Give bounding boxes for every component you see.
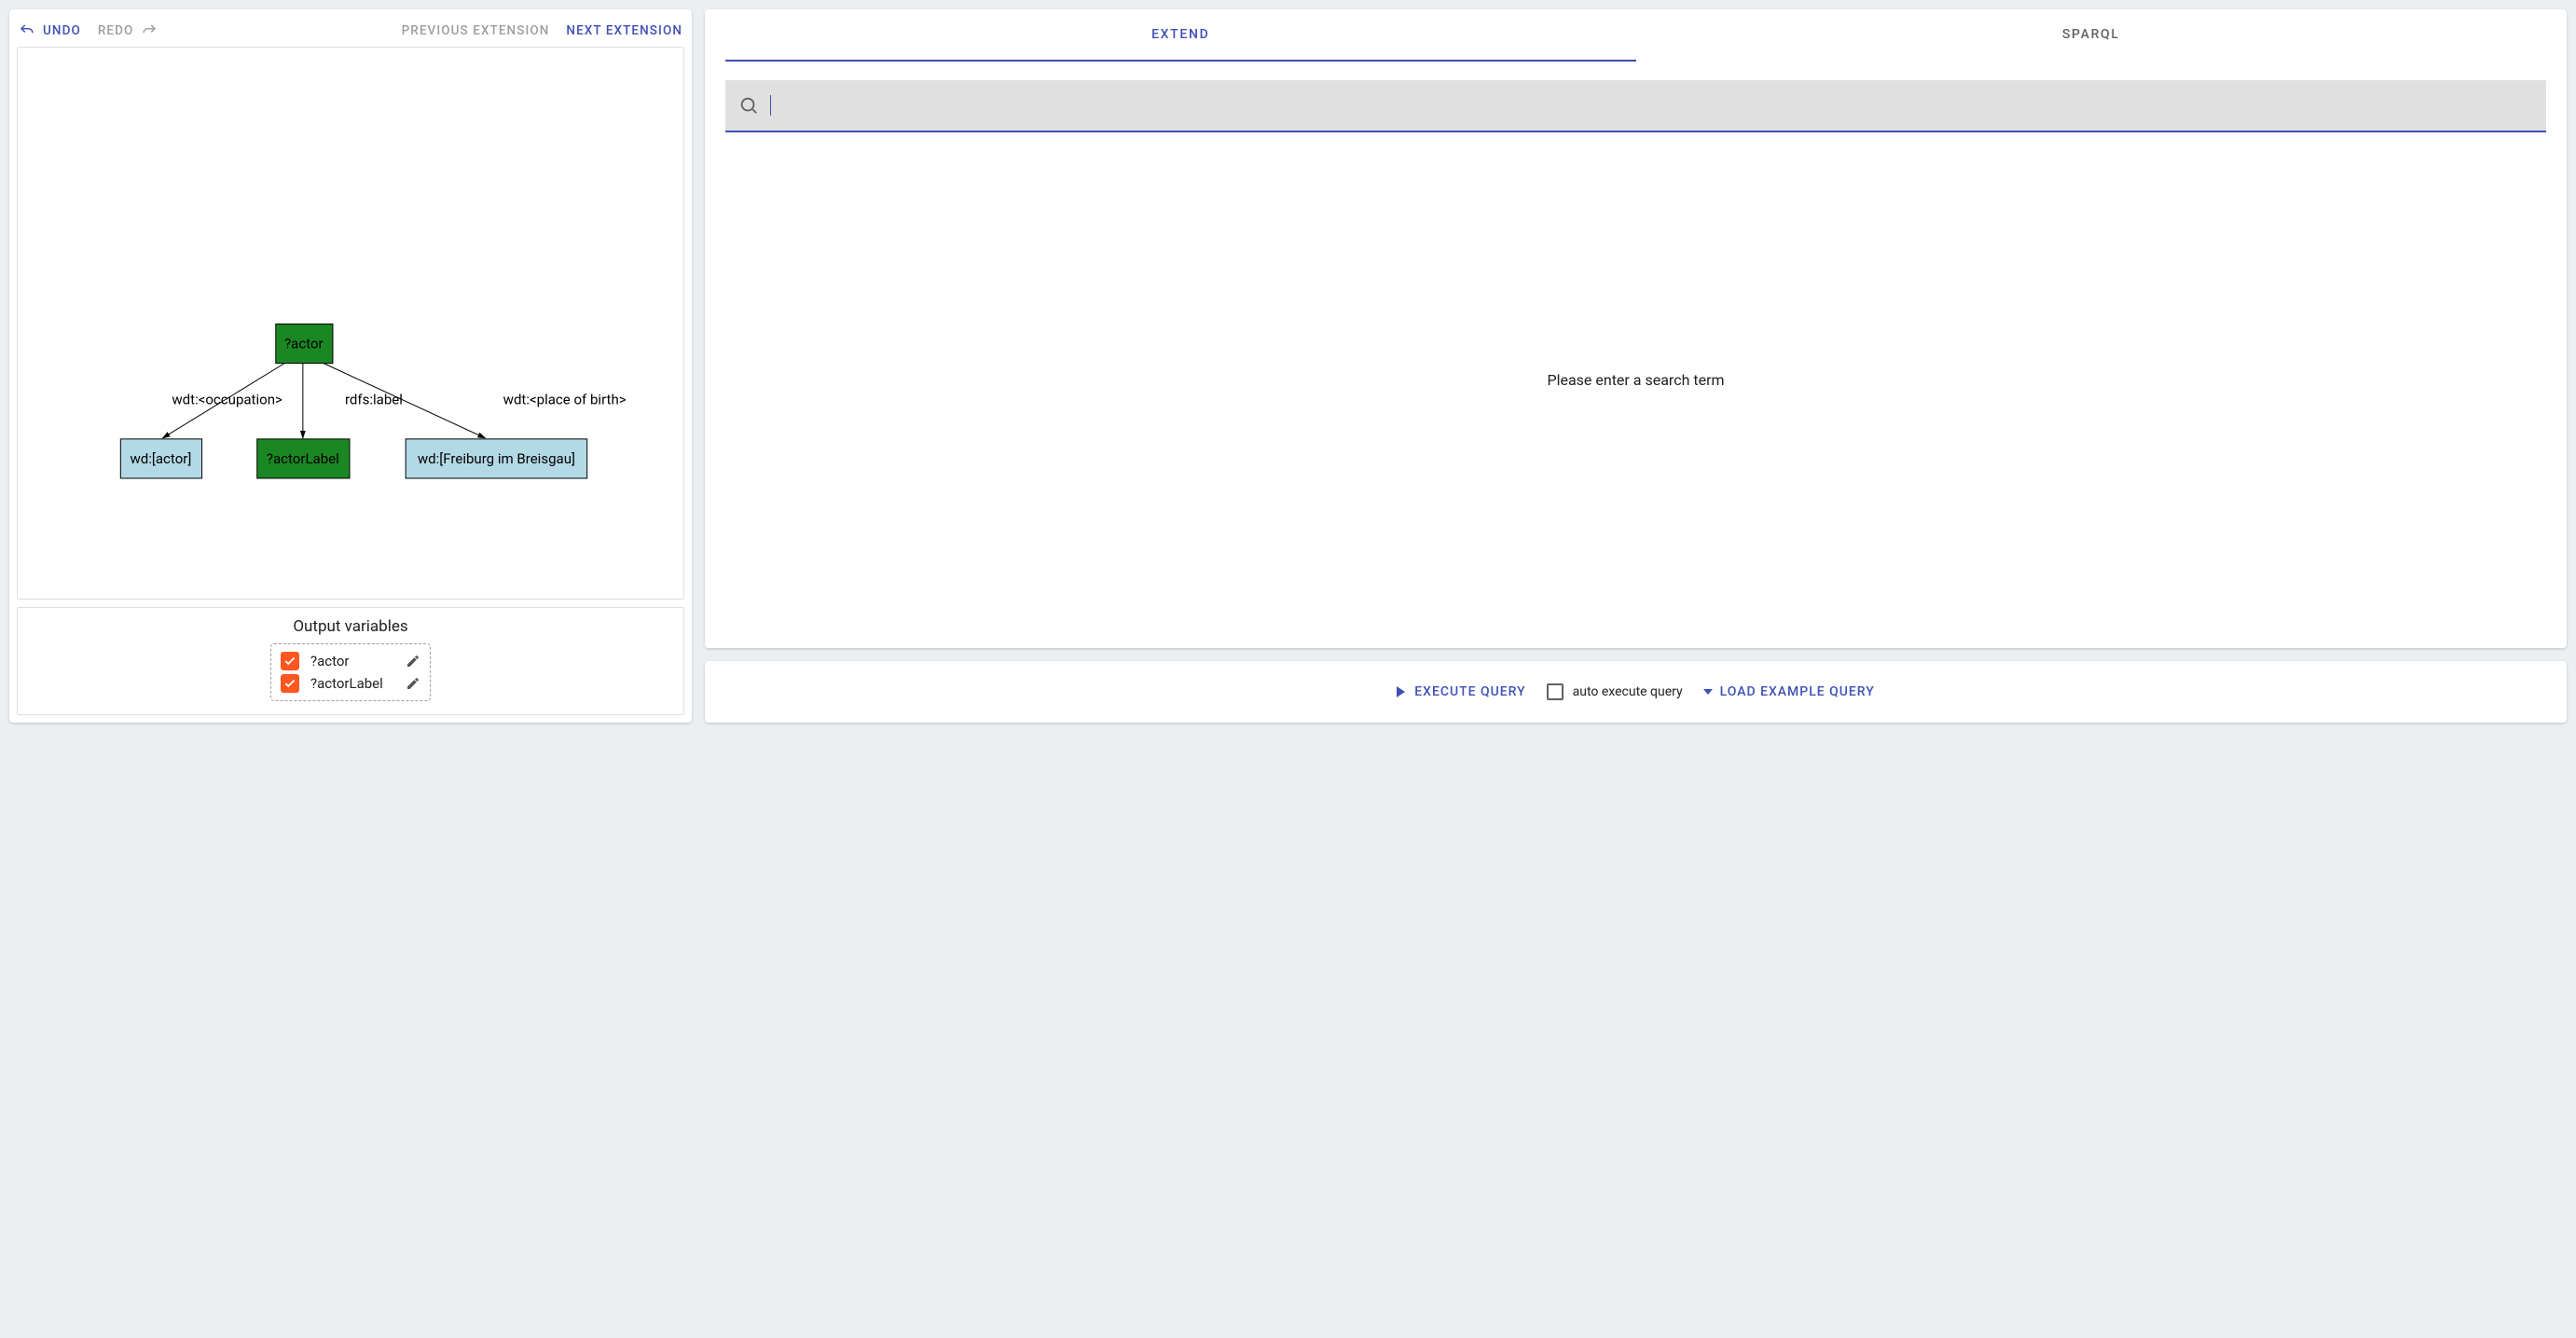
action-bar: EXECUTE QUERY auto execute query LOAD EX… [705,661,2567,723]
node-label: wd:[Freiburg im Breisgau] [418,450,575,467]
node-label: ?actor [284,336,324,352]
checkbox-icon [1547,683,1564,700]
edit-var-icon[interactable] [406,654,420,669]
extend-panel: EXTEND SPARQL Please enter a search term [705,9,2567,648]
graph-canvas[interactable]: wdt:<occupation> rdfs:label wdt:<place o… [17,47,684,600]
tab-extend[interactable]: EXTEND [725,9,1636,62]
var-checkbox[interactable] [281,652,299,670]
next-extension-button[interactable]: NEXT EXTENSION [566,23,682,38]
play-icon [1397,686,1405,697]
auto-execute-toggle[interactable]: auto execute query [1547,683,1683,700]
var-label: ?actor [310,653,394,669]
search-placeholder-message: Please enter a search term [725,132,2546,628]
tab-bar: EXTEND SPARQL [725,9,2546,62]
redo-icon [141,22,158,39]
text-cursor [770,95,771,116]
builder-toolbar: UNDO REDO PREVIOUS EXTENSION NEXT EXTENS… [17,17,684,45]
output-variables-panel: Output variables ?actor ?actorLabel [17,607,684,715]
edge-label: wdt:<place of birth> [503,392,627,408]
edit-var-icon[interactable] [406,676,420,691]
edge-label: rdfs:label [345,392,403,408]
output-var-row: ?actorLabel [281,672,420,695]
next-ext-label: NEXT EXTENSION [566,23,682,38]
tab-sparql[interactable]: SPARQL [1636,9,2547,62]
undo-icon [19,22,35,39]
execute-label: EXECUTE QUERY [1414,684,1525,699]
output-vars-list: ?actor ?actorLabel [270,643,431,701]
output-title: Output variables [293,617,407,636]
load-example-label: LOAD EXAMPLE QUERY [1720,684,1875,699]
auto-exec-label: auto execute query [1573,684,1683,699]
tab-sparql-label: SPARQL [2062,27,2120,42]
edge-label: wdt:<occupation> [172,392,282,408]
prev-ext-label: PREVIOUS EXTENSION [402,23,550,38]
var-label: ?actorLabel [310,675,394,692]
execute-query-button[interactable]: EXECUTE QUERY [1397,684,1525,699]
dropdown-icon [1703,689,1713,695]
redo-label: REDO [98,23,134,38]
output-var-row: ?actor [281,650,420,672]
node-label: ?actorLabel [267,450,339,467]
var-checkbox[interactable] [281,674,299,693]
undo-button[interactable]: UNDO [19,22,81,39]
tab-extend-label: EXTEND [1151,27,1209,42]
redo-button[interactable]: REDO [98,22,158,39]
undo-label: UNDO [43,23,81,38]
load-example-button[interactable]: LOAD EXAMPLE QUERY [1703,684,1875,699]
search-field[interactable] [725,80,2546,132]
node-label: wd:[actor] [130,450,191,467]
query-builder-panel: UNDO REDO PREVIOUS EXTENSION NEXT EXTENS… [9,9,692,723]
previous-extension-button[interactable]: PREVIOUS EXTENSION [402,23,550,38]
